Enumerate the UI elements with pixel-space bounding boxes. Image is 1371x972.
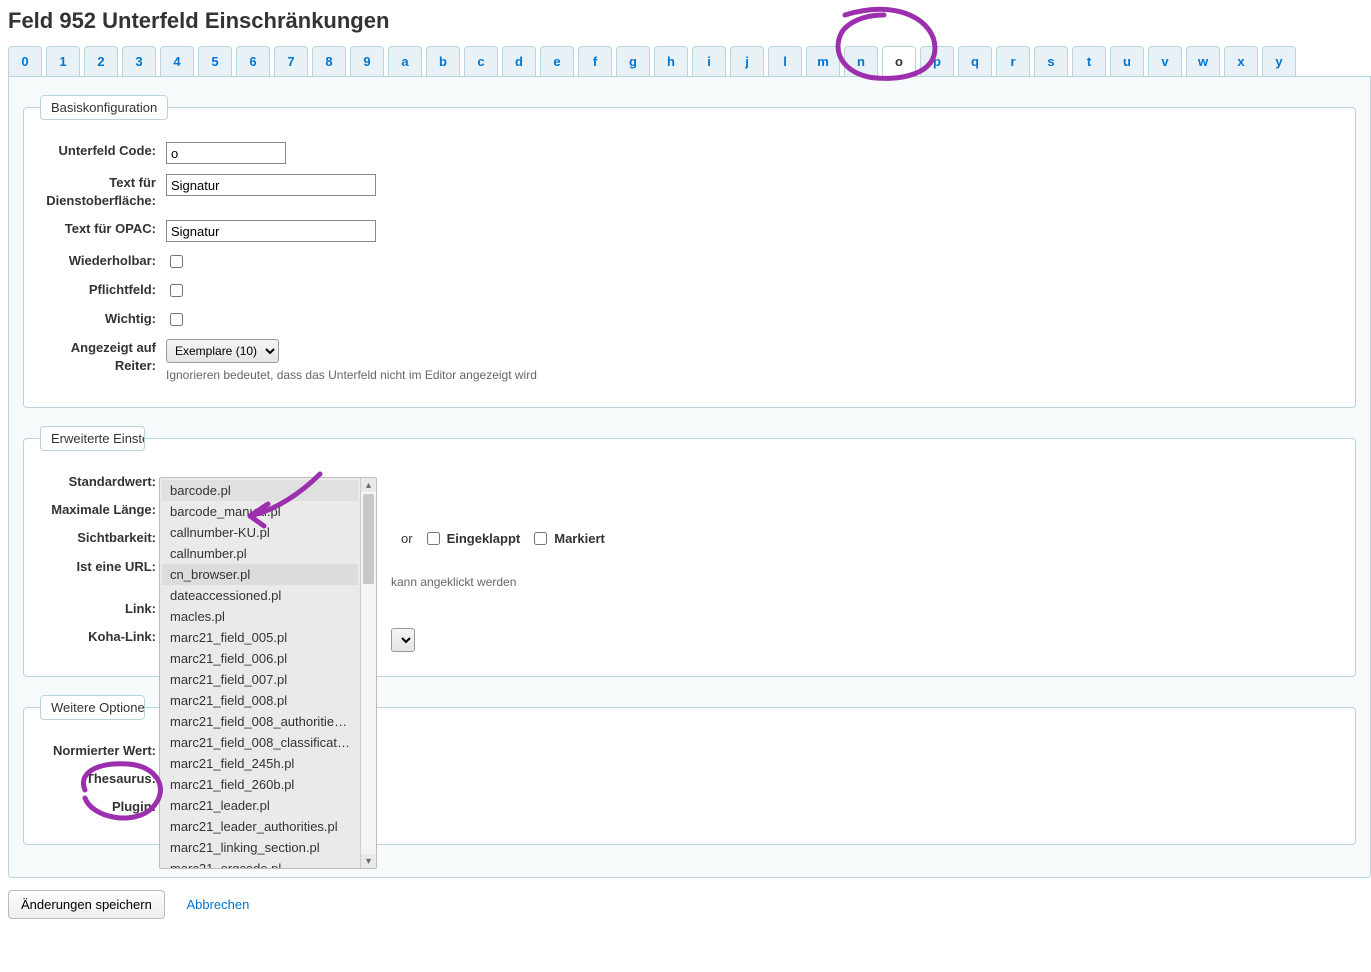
advanced-legend: Erweiterte Einstellungen — [40, 426, 145, 451]
cancel-link[interactable]: Abbrechen — [186, 897, 249, 912]
tab-q[interactable]: q — [958, 46, 992, 76]
more-legend: Weitere Optionen — [40, 695, 145, 720]
scroll-up-icon[interactable]: ▴ — [361, 478, 376, 492]
marked-checkbox[interactable] — [534, 532, 547, 545]
collapsed-checkbox[interactable] — [427, 532, 440, 545]
plugin-listbox-scrollbar[interactable]: ▴ ▾ — [360, 478, 376, 868]
save-button[interactable]: Änderungen speichern — [8, 890, 165, 919]
tab-bar: 0123456789abcdefghijlmnopqrstuvwxy — [8, 46, 1371, 77]
plugin-option[interactable]: marc21_field_008_classifications.pl — [162, 732, 358, 753]
tab-f[interactable]: f — [578, 46, 612, 76]
displayed-tab-hint: Ignorieren bedeutet, dass das Unterfeld … — [166, 367, 537, 383]
plugin-option[interactable]: marc21_field_005.pl — [162, 627, 358, 648]
tab-8[interactable]: 8 — [312, 46, 346, 76]
link-label: Link: — [36, 600, 166, 618]
plugin-option[interactable]: cn_browser.pl — [162, 564, 358, 585]
repeatable-label: Wiederholbar: — [36, 252, 166, 270]
tab-7[interactable]: 7 — [274, 46, 308, 76]
important-label: Wichtig: — [36, 310, 166, 328]
plugin-label: Plugin: — [36, 798, 166, 816]
tab-m[interactable]: m — [806, 46, 840, 76]
marked-checkbox-label[interactable]: Markiert — [530, 529, 605, 548]
collapsed-checkbox-label[interactable]: Eingeklappt — [423, 529, 521, 548]
koha-link-label: Koha-Link: — [36, 628, 166, 646]
tab-d[interactable]: d — [502, 46, 536, 76]
important-checkbox[interactable] — [170, 313, 183, 326]
tab-9[interactable]: 9 — [350, 46, 384, 76]
plugin-option[interactable]: marc21_orgcode.pl — [162, 858, 358, 868]
mandatory-label: Pflichtfeld: — [36, 281, 166, 299]
thesaurus-label: Thesaurus: — [36, 770, 166, 788]
tab-o[interactable]: o — [882, 46, 916, 76]
visibility-label: Sichtbarkeit: — [36, 529, 166, 547]
default-label: Standardwert: — [36, 473, 166, 491]
plugin-option[interactable]: marc21_field_008_authorities.pl — [162, 711, 358, 732]
plugin-option[interactable]: marc21_field_007.pl — [162, 669, 358, 690]
text-staff-input[interactable] — [166, 174, 376, 196]
plugin-option[interactable]: dateaccessioned.pl — [162, 585, 358, 606]
tab-y[interactable]: y — [1262, 46, 1296, 76]
text-opac-input[interactable] — [166, 220, 376, 242]
basic-config-fieldset: Basiskonfiguration Unterfeld Code: Text … — [23, 95, 1356, 408]
footer: Änderungen speichern Abbrechen — [8, 890, 1371, 919]
plugin-option[interactable]: marc21_field_008.pl — [162, 690, 358, 711]
plugin-option[interactable]: marc21_field_006.pl — [162, 648, 358, 669]
displayed-tab-label: Angezeigt auf Reiter: — [36, 339, 166, 375]
scroll-down-icon[interactable]: ▾ — [361, 854, 376, 868]
tab-v[interactable]: v — [1148, 46, 1182, 76]
tab-3[interactable]: 3 — [122, 46, 156, 76]
koha-link-select[interactable] — [391, 628, 415, 652]
is-url-label: Ist eine URL: — [36, 558, 166, 576]
tab-g[interactable]: g — [616, 46, 650, 76]
plugin-option[interactable]: marc21_leader_authorities.pl — [162, 816, 358, 837]
tab-x[interactable]: x — [1224, 46, 1258, 76]
plugin-option[interactable]: callnumber.pl — [162, 543, 358, 564]
plugin-option[interactable]: barcode_manual.pl — [162, 501, 358, 522]
tab-p[interactable]: p — [920, 46, 954, 76]
tab-6[interactable]: 6 — [236, 46, 270, 76]
text-staff-label: Text für Dienstoberfläche: — [36, 174, 166, 210]
tab-5[interactable]: 5 — [198, 46, 232, 76]
tab-h[interactable]: h — [654, 46, 688, 76]
tab-a[interactable]: a — [388, 46, 422, 76]
plugin-option[interactable]: marc21_leader.pl — [162, 795, 358, 816]
tab-s[interactable]: s — [1034, 46, 1068, 76]
plugin-option[interactable]: callnumber-KU.pl — [162, 522, 358, 543]
tab-panel: Basiskonfiguration Unterfeld Code: Text … — [8, 77, 1371, 878]
tab-2[interactable]: 2 — [84, 46, 118, 76]
mandatory-checkbox[interactable] — [170, 284, 183, 297]
authorised-label: Normierter Wert: — [36, 742, 166, 760]
tab-j[interactable]: j — [730, 46, 764, 76]
displayed-tab-select[interactable]: Exemplare (10) — [166, 339, 279, 363]
visibility-or-text: or — [401, 531, 413, 546]
plugin-option[interactable]: marc21_field_245h.pl — [162, 753, 358, 774]
scroll-thumb[interactable] — [363, 494, 374, 584]
tab-t[interactable]: t — [1072, 46, 1106, 76]
tab-r[interactable]: r — [996, 46, 1030, 76]
tab-1[interactable]: 1 — [46, 46, 80, 76]
tab-i[interactable]: i — [692, 46, 726, 76]
tab-c[interactable]: c — [464, 46, 498, 76]
basic-config-legend: Basiskonfiguration — [40, 95, 168, 120]
plugin-option[interactable]: macles.pl — [162, 606, 358, 627]
is-url-hint: kann angeklickt werden — [391, 574, 516, 590]
subfield-code-input[interactable] — [166, 142, 286, 164]
tab-u[interactable]: u — [1110, 46, 1144, 76]
plugin-listbox[interactable]: barcode.plbarcode_manual.plcallnumber-KU… — [159, 477, 377, 869]
text-opac-label: Text für OPAC: — [36, 220, 166, 238]
plugin-option[interactable]: barcode.pl — [162, 480, 358, 501]
tab-4[interactable]: 4 — [160, 46, 194, 76]
tab-b[interactable]: b — [426, 46, 460, 76]
subfield-code-label: Unterfeld Code: — [36, 142, 166, 160]
maxlength-label: Maximale Länge: — [36, 501, 166, 519]
tab-w[interactable]: w — [1186, 46, 1220, 76]
plugin-option[interactable]: marc21_field_260b.pl — [162, 774, 358, 795]
tab-0[interactable]: 0 — [8, 46, 42, 76]
plugin-option[interactable]: marc21_linking_section.pl — [162, 837, 358, 858]
tab-n[interactable]: n — [844, 46, 878, 76]
tab-e[interactable]: e — [540, 46, 574, 76]
page-title: Feld 952 Unterfeld Einschränkungen — [8, 8, 1371, 34]
tab-l[interactable]: l — [768, 46, 802, 76]
repeatable-checkbox[interactable] — [170, 255, 183, 268]
